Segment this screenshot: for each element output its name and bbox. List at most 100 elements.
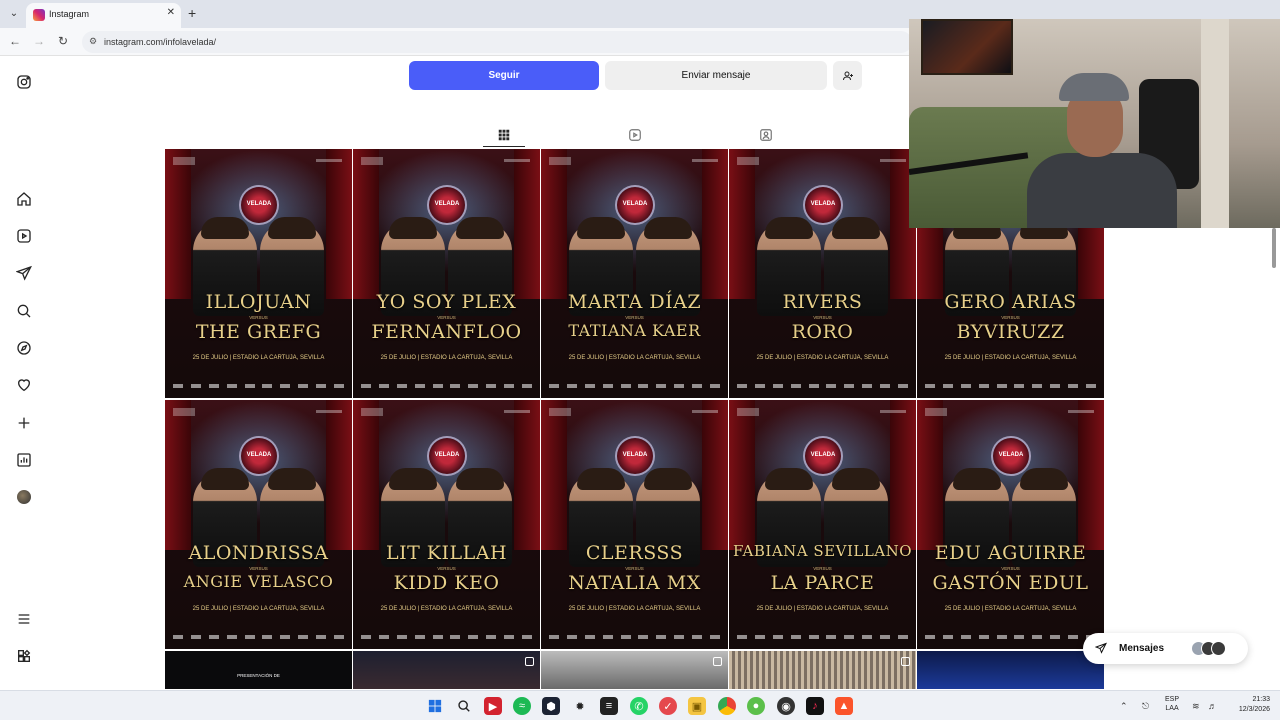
home-icon[interactable]: [14, 189, 34, 209]
new-tab-icon[interactable]: +: [188, 5, 196, 21]
whatsapp-icon[interactable]: ✆: [630, 697, 648, 715]
versus-label: VERSUS: [625, 315, 644, 320]
wall-painting: [921, 19, 1013, 75]
post-card[interactable]: [729, 651, 916, 689]
streamer-body: [1027, 153, 1177, 228]
fighter-b-name: RORO: [791, 321, 854, 343]
post-card[interactable]: VELADA MARTA DÍAZ VERSUS TATIANA KAER 25 DE …: [541, 149, 728, 398]
address-bar[interactable]: ⚙ instagram.com/infolavelada/: [82, 31, 912, 53]
url-text: instagram.com/infolavelada/: [104, 37, 217, 47]
obs-icon[interactable]: ◉: [777, 697, 795, 715]
sponsor-strip: [925, 635, 1096, 641]
profile-avatar[interactable]: [14, 487, 34, 507]
streaming-app-icon[interactable]: ▶: [484, 697, 502, 715]
windows-start-icon[interactable]: [426, 697, 444, 715]
tab-posts[interactable]: [483, 123, 525, 147]
sponsor-strip: [173, 384, 344, 390]
multi-photo-icon: [525, 657, 534, 666]
capcut-icon[interactable]: ≡: [600, 697, 618, 715]
file-explorer-icon[interactable]: ▣: [688, 697, 706, 715]
post-card[interactable]: [541, 651, 728, 689]
post-card[interactable]: VELADA LIT KILLAH VERSUS KIDD KEO 25 DE JULI…: [353, 400, 540, 649]
post-card[interactable]: VELADA CLERSSS VERSUS NATALIA MX 25 DE JULIO…: [541, 400, 728, 649]
browser-app-icon[interactable]: ●: [747, 697, 765, 715]
site-info-icon[interactable]: ⚙: [89, 36, 97, 47]
brave-icon[interactable]: ▲: [835, 697, 853, 715]
tab-list-dropdown-icon[interactable]: ⌄: [6, 6, 22, 22]
velada-logo-text: VELADA: [434, 452, 460, 458]
direct-messages-icon[interactable]: [14, 263, 34, 283]
post-card[interactable]: VELADA EDU AGUIRRE VERSUS GASTÓN EDUL 25 DE …: [917, 400, 1104, 649]
versus-label: VERSUS: [437, 315, 456, 320]
velada-logo-text: VELADA: [434, 201, 460, 207]
versus-label: VERSUS: [625, 566, 644, 571]
instagram-logo-icon[interactable]: [14, 72, 34, 92]
tab-tagged[interactable]: [745, 123, 787, 147]
fighter-a-name: MARTA DÍAZ: [567, 291, 702, 313]
tab-close-icon[interactable]: ✕: [167, 7, 175, 18]
todo-app-icon[interactable]: ✓: [659, 697, 677, 715]
event-date-venue: 25 DE JULIO | ESTADIO LA CARTUJA, SEVILL…: [380, 606, 513, 612]
page-scrollbar[interactable]: [1270, 228, 1278, 688]
wifi-icon[interactable]: ≋: [1192, 701, 1200, 712]
back-icon[interactable]: ←: [8, 34, 22, 48]
post-card[interactable]: [917, 651, 1104, 689]
clock-date: 12/3/2026: [1238, 706, 1270, 713]
fighter-a-name: RIVERS: [782, 291, 863, 313]
follow-button[interactable]: Seguir: [409, 61, 599, 90]
chrome-icon[interactable]: [718, 697, 736, 715]
notifications-heart-icon[interactable]: [14, 375, 34, 395]
velada-logo-text: VELADA: [622, 201, 648, 207]
post-card[interactable]: VELADA ILLOJUAN VERSUS THE GREFG 25 DE JULIO…: [165, 149, 352, 398]
create-plus-icon[interactable]: [14, 413, 34, 433]
windows-taskbar: ▶ ≈ ⬢ ✹ ≡ ✆ ✓ ▣ ● ◉ ♪ ▲ ⌃ ⎋ ESP LAA ≋ ♬ …: [0, 690, 1280, 720]
post-card[interactable]: PRESENTACIÓN DE: [165, 651, 352, 689]
fighter-a-name: ALONDRISSA: [188, 542, 329, 564]
spotify-icon[interactable]: ≈: [513, 697, 531, 715]
velada-logo: VELADA: [427, 185, 467, 225]
explore-icon[interactable]: [14, 338, 34, 358]
fighter-a-name: FABIANA SEVILLANO: [732, 542, 913, 560]
meta-apps-icon[interactable]: [14, 646, 34, 666]
post-card[interactable]: VELADA YO SOY PLEX VERSUS FERNANFLOO 25 DE J…: [353, 149, 540, 398]
scrollbar-thumb[interactable]: [1272, 228, 1276, 268]
messages-send-icon: [1094, 642, 1107, 657]
send-message-button[interactable]: Enviar mensaje: [605, 61, 827, 90]
velada-logo-text: VELADA: [810, 201, 836, 207]
post-card[interactable]: VELADA ALONDRISSA VERSUS ANGIE VELASCO 25 DE…: [165, 400, 352, 649]
microphone-icon[interactable]: ⎋: [1142, 701, 1149, 712]
search-icon[interactable]: [14, 301, 34, 321]
taskbar-search-icon[interactable]: [455, 697, 473, 715]
velada-logo: VELADA: [615, 436, 655, 476]
event-date-venue: 25 DE JULIO | ESTADIO LA CARTUJA, SEVILL…: [380, 355, 513, 361]
tab-reels[interactable]: [614, 123, 656, 147]
fighter-a-name: CLERSSS: [585, 542, 684, 564]
clock[interactable]: 21:33 12/3/2026: [1228, 695, 1270, 715]
messages-popover-button[interactable]: Mensajes: [1083, 633, 1248, 664]
system-tray-chevron-icon[interactable]: ⌃: [1120, 701, 1128, 712]
velada-logo-text: VELADA: [246, 452, 272, 458]
dashboard-icon[interactable]: [14, 450, 34, 470]
post-card[interactable]: VELADA FABIANA SEVILLANO VERSUS LA PARCE 25 …: [729, 400, 916, 649]
browser-tab-instagram[interactable]: Instagram ✕: [26, 3, 181, 28]
reels-icon[interactable]: [14, 226, 34, 246]
forward-icon[interactable]: →: [32, 34, 46, 48]
app-hexagon-icon[interactable]: ⬢: [542, 697, 560, 715]
volume-icon[interactable]: ♬: [1208, 701, 1217, 711]
clock-time: 21:33: [1252, 696, 1270, 703]
post-card[interactable]: [353, 651, 540, 689]
tiktok-icon[interactable]: ♪: [806, 697, 824, 715]
fighter-b-name: GASTÓN EDUL: [932, 572, 1089, 594]
event-date-venue: 25 DE JULIO | ESTADIO LA CARTUJA, SEVILL…: [568, 606, 701, 612]
velada-logo: VELADA: [803, 185, 843, 225]
event-date-venue: 25 DE JULIO | ESTADIO LA CARTUJA, SEVILL…: [944, 606, 1077, 612]
velada-logo: VELADA: [991, 436, 1031, 476]
messages-avatars: [1191, 641, 1226, 656]
instagram-favicon-icon: [33, 9, 45, 21]
post-card[interactable]: VELADA RIVERS VERSUS RORO 25 DE JULIO | ESTA…: [729, 149, 916, 398]
more-menu-icon[interactable]: [14, 609, 34, 629]
reload-icon[interactable]: ↻: [56, 34, 70, 48]
input-language[interactable]: ESP LAA: [1165, 695, 1179, 713]
suggested-accounts-button[interactable]: [833, 61, 862, 90]
chatgpt-icon[interactable]: ✹: [571, 697, 589, 715]
